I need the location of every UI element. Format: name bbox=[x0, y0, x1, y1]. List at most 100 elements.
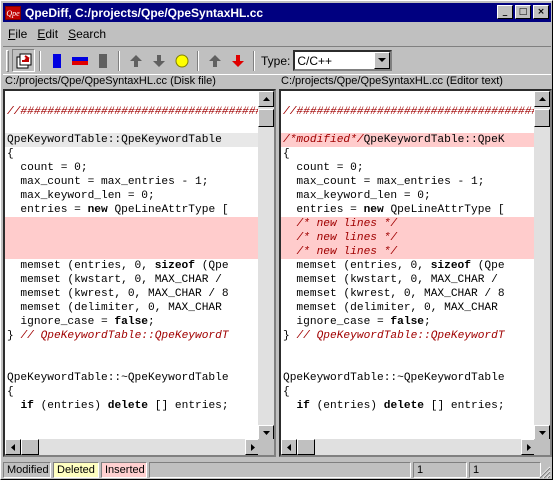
show-both-button[interactable] bbox=[68, 49, 91, 72]
status-modified: Modified bbox=[3, 461, 51, 478]
code-keyword: sizeof bbox=[430, 260, 471, 272]
code-text: ; bbox=[424, 316, 431, 328]
code-line[interactable]: } // QpeKeywordTable::QpeKeywordT bbox=[5, 329, 261, 343]
code-line[interactable]: entries = new QpeLineAttrType [ bbox=[281, 203, 537, 217]
code-line[interactable]: QpeKeywordTable::~QpeKeywordTable bbox=[281, 371, 537, 385]
menu-search[interactable]: Search bbox=[63, 27, 111, 41]
maximize-button[interactable]: □ bbox=[515, 5, 531, 19]
code-line[interactable]: /*modified*/QpeKeywordTable::QpeK bbox=[281, 133, 537, 147]
code-line[interactable]: memset (delimiter, 0, MAX_CHAR bbox=[5, 301, 261, 315]
code-text: max_keyword_len = 0; bbox=[7, 190, 155, 202]
current-diff-icon bbox=[175, 54, 188, 67]
type-select-dropdown-button[interactable] bbox=[374, 52, 391, 69]
type-select[interactable]: C/C++ bbox=[293, 50, 393, 71]
code-line[interactable]: if (entries) delete [] entries; bbox=[5, 399, 261, 413]
code-text: memset (entries, 0, bbox=[7, 260, 155, 272]
code-line[interactable]: count = 0; bbox=[281, 161, 537, 175]
code-line[interactable] bbox=[281, 119, 537, 133]
title-bar[interactable]: Qpe QpeDiff, C:/projects/Qpe/QpeSyntaxHL… bbox=[3, 3, 551, 22]
code-line[interactable]: { bbox=[281, 385, 537, 399]
right-vscroll-thumb[interactable] bbox=[534, 109, 550, 127]
right-hscroll-thumb[interactable] bbox=[297, 439, 315, 455]
code-line[interactable] bbox=[281, 357, 537, 371]
code-line[interactable]: ignore_case = false; bbox=[281, 315, 537, 329]
code-line[interactable]: ignore_case = false; bbox=[5, 315, 261, 329]
first-diff-button[interactable] bbox=[124, 49, 147, 72]
left-vscroll-thumb[interactable] bbox=[258, 109, 274, 127]
code-line[interactable]: { bbox=[5, 147, 261, 161]
code-line[interactable]: memset (kwstart, 0, MAX_CHAR / bbox=[5, 273, 261, 287]
right-scroll-left-button[interactable] bbox=[281, 439, 297, 455]
next-change-button[interactable] bbox=[226, 49, 249, 72]
code-line[interactable]: max_count = max_entries - 1; bbox=[281, 175, 537, 189]
code-line[interactable]: memset (kwstart, 0, MAX_CHAR / bbox=[281, 273, 537, 287]
code-text: QpeLineAttrType [ bbox=[383, 204, 505, 216]
left-hscroll-thumb[interactable] bbox=[21, 439, 39, 455]
close-button[interactable]: × bbox=[533, 5, 549, 19]
code-line[interactable]: entries = new QpeLineAttrType [ bbox=[5, 203, 261, 217]
type-select-value: C/C++ bbox=[297, 53, 333, 68]
code-line[interactable]: /* new lines */ bbox=[281, 245, 537, 259]
code-line[interactable]: QpeKeywordTable::QpeKeywordTable bbox=[5, 133, 261, 147]
right-pane[interactable]: //#################################### /*… bbox=[279, 89, 552, 457]
right-scroll-up-button[interactable] bbox=[534, 91, 550, 107]
code-line[interactable]: //#################################### bbox=[5, 105, 261, 119]
code-line[interactable]: } // QpeKeywordTable::QpeKeywordT bbox=[281, 329, 537, 343]
code-comment: /* new lines */ bbox=[296, 232, 398, 244]
code-line[interactable]: memset (entries, 0, sizeof (Qpe bbox=[281, 259, 537, 273]
code-line[interactable]: memset (kwrest, 0, MAX_CHAR / 8 bbox=[5, 287, 261, 301]
app-icon[interactable]: Qpe bbox=[5, 5, 21, 20]
code-line[interactable] bbox=[5, 91, 261, 105]
code-text: QpeKeywordTable::~QpeKeywordTable bbox=[7, 372, 229, 384]
code-text: { bbox=[7, 386, 14, 398]
code-line[interactable] bbox=[281, 91, 537, 105]
code-line[interactable]: max_count = max_entries - 1; bbox=[5, 175, 261, 189]
code-line[interactable] bbox=[5, 357, 261, 371]
toolbar-grip[interactable] bbox=[6, 49, 9, 72]
code-line[interactable]: //#################################### bbox=[281, 105, 537, 119]
code-line[interactable]: QpeKeywordTable::~QpeKeywordTable bbox=[5, 371, 261, 385]
left-horizontal-scrollbar[interactable] bbox=[5, 439, 261, 455]
code-comment: // QpeKeywordTable::QpeKeywordT bbox=[296, 330, 505, 342]
code-line[interactable]: memset (delimiter, 0, MAX_CHAR bbox=[281, 301, 537, 315]
code-line[interactable]: max_keyword_len = 0; bbox=[281, 189, 537, 203]
open-file-button[interactable] bbox=[12, 49, 35, 72]
left-code-view[interactable]: //#################################### Qp… bbox=[5, 91, 261, 441]
show-right-button[interactable] bbox=[91, 49, 114, 72]
prev-change-button[interactable] bbox=[203, 49, 226, 72]
code-line[interactable]: memset (kwrest, 0, MAX_CHAR / 8 bbox=[281, 287, 537, 301]
last-diff-button[interactable] bbox=[147, 49, 170, 72]
code-line[interactable] bbox=[5, 119, 261, 133]
code-text: memset (kwrest, 0, MAX_CHAR / 8 bbox=[7, 288, 229, 300]
right-horizontal-scrollbar[interactable] bbox=[281, 439, 537, 455]
next-change-icon bbox=[231, 54, 244, 67]
code-line[interactable]: if (entries) delete [] entries; bbox=[281, 399, 537, 413]
code-line[interactable] bbox=[5, 231, 261, 245]
left-scroll-up-button[interactable] bbox=[258, 91, 274, 107]
code-line[interactable]: count = 0; bbox=[5, 161, 261, 175]
current-diff-button[interactable] bbox=[170, 49, 193, 72]
code-line[interactable] bbox=[5, 245, 261, 259]
right-vertical-scrollbar[interactable] bbox=[534, 91, 550, 441]
code-text: QpeKeywordTable::~QpeKeywordTable bbox=[283, 372, 505, 384]
code-line[interactable] bbox=[5, 217, 261, 231]
code-line[interactable]: { bbox=[281, 147, 537, 161]
code-line[interactable]: max_keyword_len = 0; bbox=[5, 189, 261, 203]
left-scroll-left-button[interactable] bbox=[5, 439, 21, 455]
right-code-view[interactable]: //#################################### /*… bbox=[281, 91, 537, 441]
left-vertical-scrollbar[interactable] bbox=[258, 91, 274, 441]
menu-edit[interactable]: Edit bbox=[32, 27, 63, 41]
code-line[interactable]: /* new lines */ bbox=[281, 231, 537, 245]
code-line[interactable] bbox=[281, 343, 537, 357]
resize-grip-icon[interactable] bbox=[538, 466, 551, 479]
menu-file[interactable]: File bbox=[3, 27, 32, 41]
show-left-button[interactable] bbox=[45, 49, 68, 72]
code-line[interactable]: /* new lines */ bbox=[281, 217, 537, 231]
code-line[interactable] bbox=[5, 343, 261, 357]
left-pane[interactable]: //#################################### Qp… bbox=[3, 89, 276, 457]
code-line[interactable]: memset (entries, 0, sizeof (Qpe bbox=[5, 259, 261, 273]
minimize-button[interactable]: _ bbox=[497, 5, 513, 19]
open-file-icon bbox=[16, 53, 31, 68]
code-line[interactable]: { bbox=[5, 385, 261, 399]
